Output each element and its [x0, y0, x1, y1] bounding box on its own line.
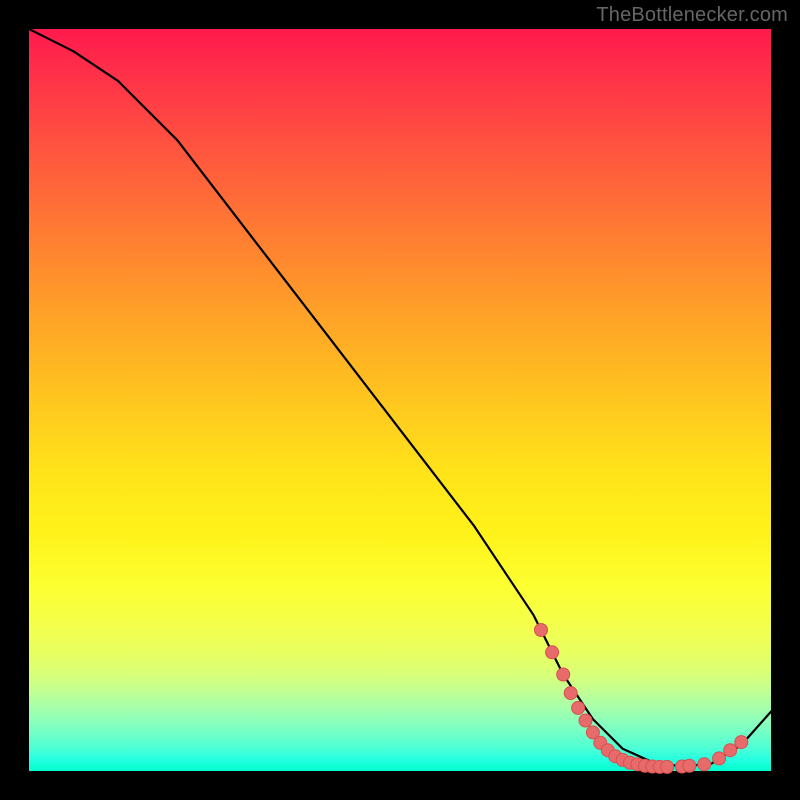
chart-svg [29, 29, 771, 771]
data-marker [535, 624, 548, 637]
chart-frame: TheBottlenecker.com [0, 0, 800, 800]
plot-area [29, 29, 771, 771]
data-marker [557, 668, 570, 681]
bottleneck-curve [29, 29, 771, 767]
data-marker [572, 701, 585, 714]
watermark-text: TheBottlenecker.com [596, 4, 788, 27]
data-marker [724, 744, 737, 757]
data-marker [546, 646, 559, 659]
data-marker [713, 752, 726, 765]
data-markers [535, 624, 748, 774]
data-marker [735, 736, 748, 749]
data-marker [579, 714, 592, 727]
data-marker [698, 758, 711, 771]
data-marker [564, 687, 577, 700]
data-marker [683, 759, 696, 772]
data-marker [661, 760, 674, 773]
